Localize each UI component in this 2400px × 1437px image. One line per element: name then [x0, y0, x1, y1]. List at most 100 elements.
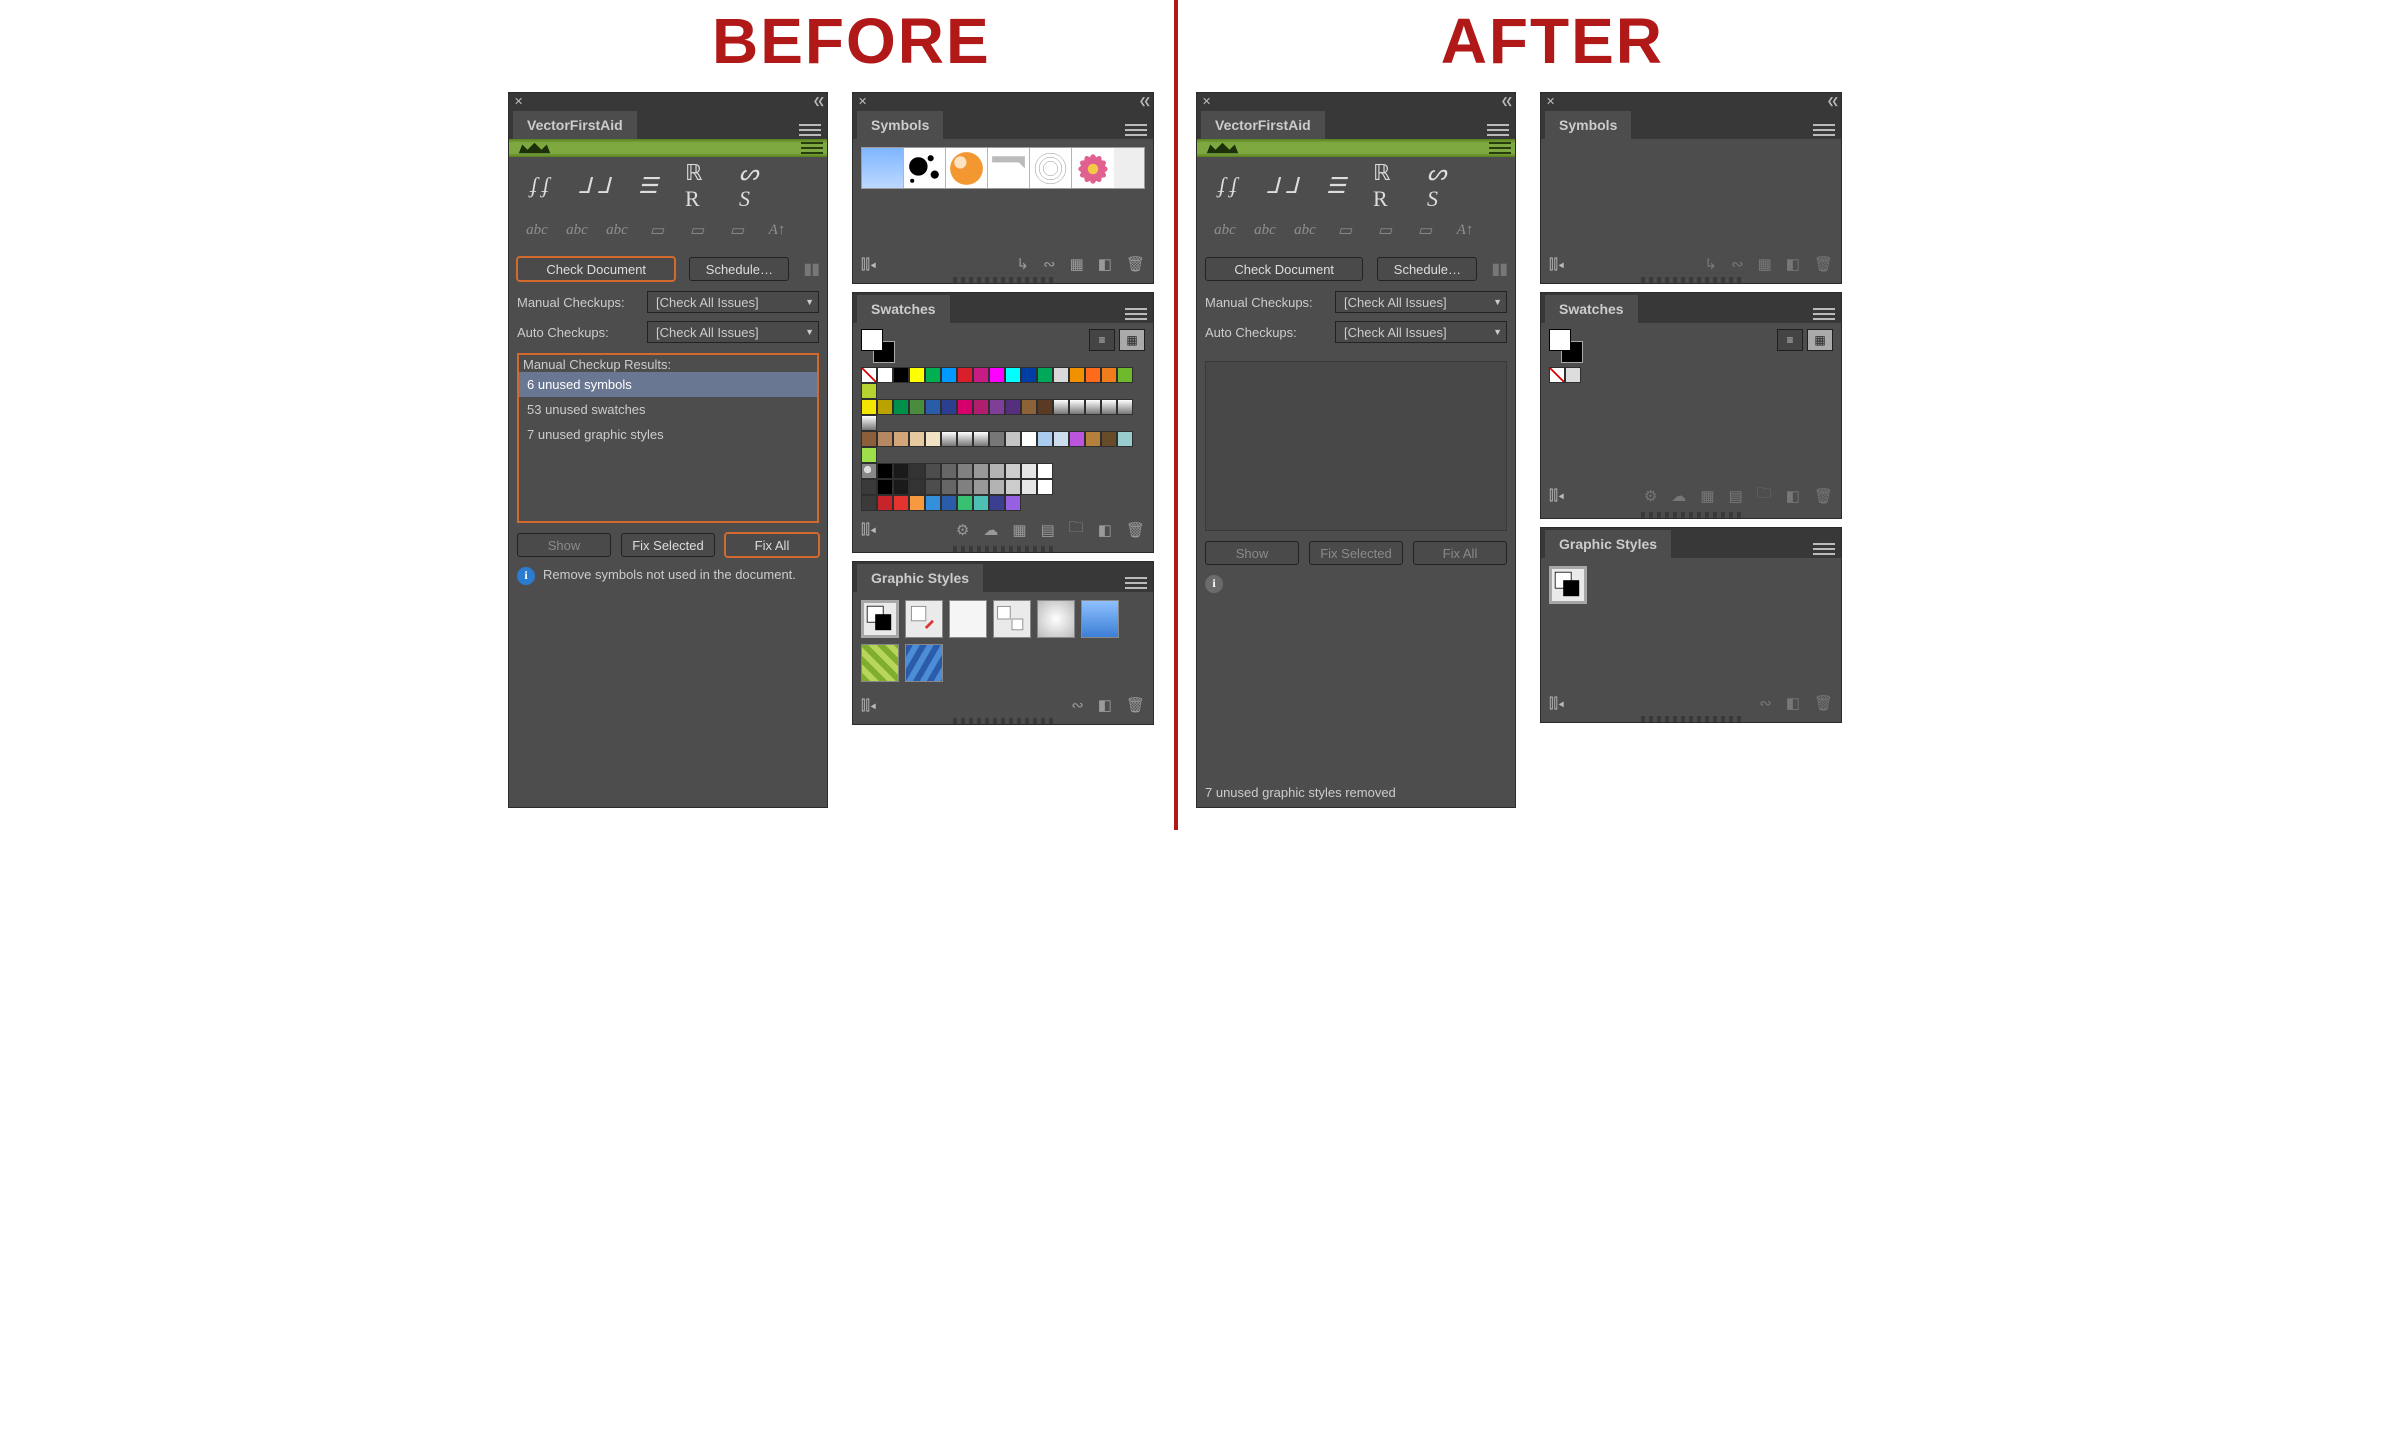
swatch-cell[interactable] — [861, 415, 877, 431]
crown-menu-icon[interactable] — [801, 139, 823, 157]
panel-menu-icon[interactable] — [1125, 305, 1147, 323]
fill-stroke-indicator[interactable] — [861, 329, 895, 363]
swatch-cell[interactable] — [989, 367, 1005, 383]
tool-box-2-icon[interactable]: ▭ — [1371, 215, 1399, 245]
collapse-icon[interactable]: ❮❮ — [1139, 96, 1148, 107]
swatch-cell[interactable] — [1021, 479, 1037, 495]
swatch-cell[interactable] — [1005, 463, 1021, 479]
close-icon[interactable]: ✕ — [1546, 95, 1555, 108]
tool-align-icon[interactable]: ☰ — [631, 171, 665, 201]
show-button[interactable]: Show — [517, 533, 611, 557]
swatch-cell[interactable] — [861, 383, 877, 399]
swatch-cell[interactable] — [909, 463, 925, 479]
tool-align-icon[interactable]: ☰ — [1319, 171, 1353, 201]
tool-box-3-icon[interactable]: ▭ — [1411, 215, 1439, 245]
tool-registration-icon[interactable]: ℝ R — [1373, 171, 1407, 201]
swatch-cell[interactable] — [877, 495, 893, 511]
swatch-cell[interactable] — [1021, 431, 1037, 447]
swatch-cell[interactable] — [893, 495, 909, 511]
panel-menu-icon[interactable] — [1813, 121, 1835, 139]
schedule-button[interactable]: Schedule… — [1377, 257, 1477, 281]
swatch-cell[interactable] — [941, 463, 957, 479]
resize-grip[interactable] — [953, 277, 1053, 283]
swatch-cell[interactable] — [861, 367, 877, 383]
tool-abc-1-icon[interactable]: abc — [523, 215, 551, 245]
symbol-thumbnails[interactable] — [861, 147, 1145, 189]
tab-swatches[interactable]: Swatches — [1545, 295, 1638, 323]
collapse-icon[interactable]: ❮❮ — [813, 96, 822, 107]
auto-checkups-dropdown[interactable]: [Check All Issues]▼ — [647, 321, 819, 343]
tool-abc-3-icon[interactable]: abc — [1291, 215, 1319, 245]
swatch-cell[interactable] — [957, 463, 973, 479]
tool-registration-icon[interactable]: ℝ R — [685, 171, 719, 201]
tool-abc-1-icon[interactable]: abc — [1211, 215, 1239, 245]
grid-view-button[interactable]: ▦ — [1119, 329, 1145, 351]
list-view-button[interactable]: ≡ — [1089, 329, 1115, 351]
library-icon[interactable]: ⫿⫿◂ — [861, 256, 876, 273]
swatch-cell[interactable] — [893, 431, 909, 447]
result-row[interactable]: 6 unused symbols — [519, 372, 817, 397]
tool-abc-2-icon[interactable]: abc — [563, 215, 591, 245]
cloud-icon[interactable]: ☁ — [983, 521, 998, 539]
swatch-cell[interactable] — [1037, 479, 1053, 495]
fix-all-button[interactable]: Fix All — [1413, 541, 1507, 565]
swatch-cell[interactable] — [877, 479, 893, 495]
tool-a-up-icon[interactable]: A↑ — [1451, 215, 1479, 245]
panel-menu-icon[interactable] — [1125, 121, 1147, 139]
fix-selected-button[interactable]: Fix Selected — [1309, 541, 1403, 565]
swatch-cell[interactable] — [1053, 367, 1069, 383]
swatch-cell[interactable] — [989, 479, 1005, 495]
close-icon[interactable]: ✕ — [858, 95, 867, 108]
swatch-cell[interactable] — [1101, 399, 1117, 415]
graphic-styles-grid[interactable] — [853, 592, 1153, 690]
swatch-cell[interactable] — [973, 367, 989, 383]
swatch-cell[interactable] — [941, 479, 957, 495]
swatch-cell[interactable] — [861, 447, 877, 463]
tab-symbols[interactable]: Symbols — [857, 111, 943, 139]
swatch-cell[interactable] — [1005, 431, 1021, 447]
tab-vectorfirstaid[interactable]: VectorFirstAid — [1201, 111, 1325, 139]
tool-path-simplify-icon[interactable]: ʄ ʄ — [523, 171, 557, 201]
swatch-cell[interactable] — [1085, 367, 1101, 383]
tab-graphic-styles[interactable]: Graphic Styles — [1545, 530, 1671, 558]
swatch-cell[interactable] — [1101, 431, 1117, 447]
library-icon[interactable]: ⫿⫿◂ — [861, 521, 876, 538]
grid-icon[interactable]: ▦ — [1070, 255, 1084, 273]
swatch-cell[interactable] — [861, 463, 877, 479]
swatch-cell[interactable] — [941, 431, 957, 447]
library-icon[interactable]: ⫿⫿◂ — [1549, 256, 1564, 273]
tab-swatches[interactable]: Swatches — [857, 295, 950, 323]
tool-abc-3-icon[interactable]: abc — [603, 215, 631, 245]
swatch-cell[interactable] — [1069, 431, 1085, 447]
check-document-button[interactable]: Check Document — [517, 257, 675, 281]
panel-menu-icon[interactable] — [1813, 305, 1835, 323]
panel-menu-icon[interactable] — [799, 121, 821, 139]
check-document-button[interactable]: Check Document — [1205, 257, 1363, 281]
resize-grip[interactable] — [953, 718, 1053, 724]
swatch-cell[interactable] — [1085, 431, 1101, 447]
swatch-cell[interactable] — [925, 479, 941, 495]
swatch-cell[interactable] — [1037, 463, 1053, 479]
swatch-cell[interactable] — [973, 495, 989, 511]
swatch-cell[interactable] — [925, 495, 941, 511]
swatch-cell[interactable] — [1117, 399, 1133, 415]
swatch-cell[interactable] — [925, 431, 941, 447]
tool-box-2-icon[interactable]: ▭ — [683, 215, 711, 245]
swatch-cell[interactable] — [989, 431, 1005, 447]
resize-grip[interactable] — [1641, 512, 1741, 518]
swatch-cell[interactable] — [957, 367, 973, 383]
swatch-cell[interactable] — [925, 399, 941, 415]
crown-menu-icon[interactable] — [1489, 139, 1511, 157]
swatch-cell[interactable] — [973, 431, 989, 447]
show-button[interactable]: Show — [1205, 541, 1299, 565]
panel-menu-icon[interactable] — [1813, 540, 1835, 558]
panel-menu-icon[interactable] — [1125, 574, 1147, 592]
swatch-cell[interactable] — [1021, 399, 1037, 415]
swatch-cell[interactable] — [941, 495, 957, 511]
library-icon[interactable]: ⫿⫿◂ — [1549, 695, 1564, 712]
swatch-cell[interactable] — [973, 479, 989, 495]
schedule-button[interactable]: Schedule… — [689, 257, 789, 281]
swatch-cell[interactable] — [973, 399, 989, 415]
swatch-cell[interactable] — [893, 463, 909, 479]
swatch-cell[interactable] — [909, 399, 925, 415]
